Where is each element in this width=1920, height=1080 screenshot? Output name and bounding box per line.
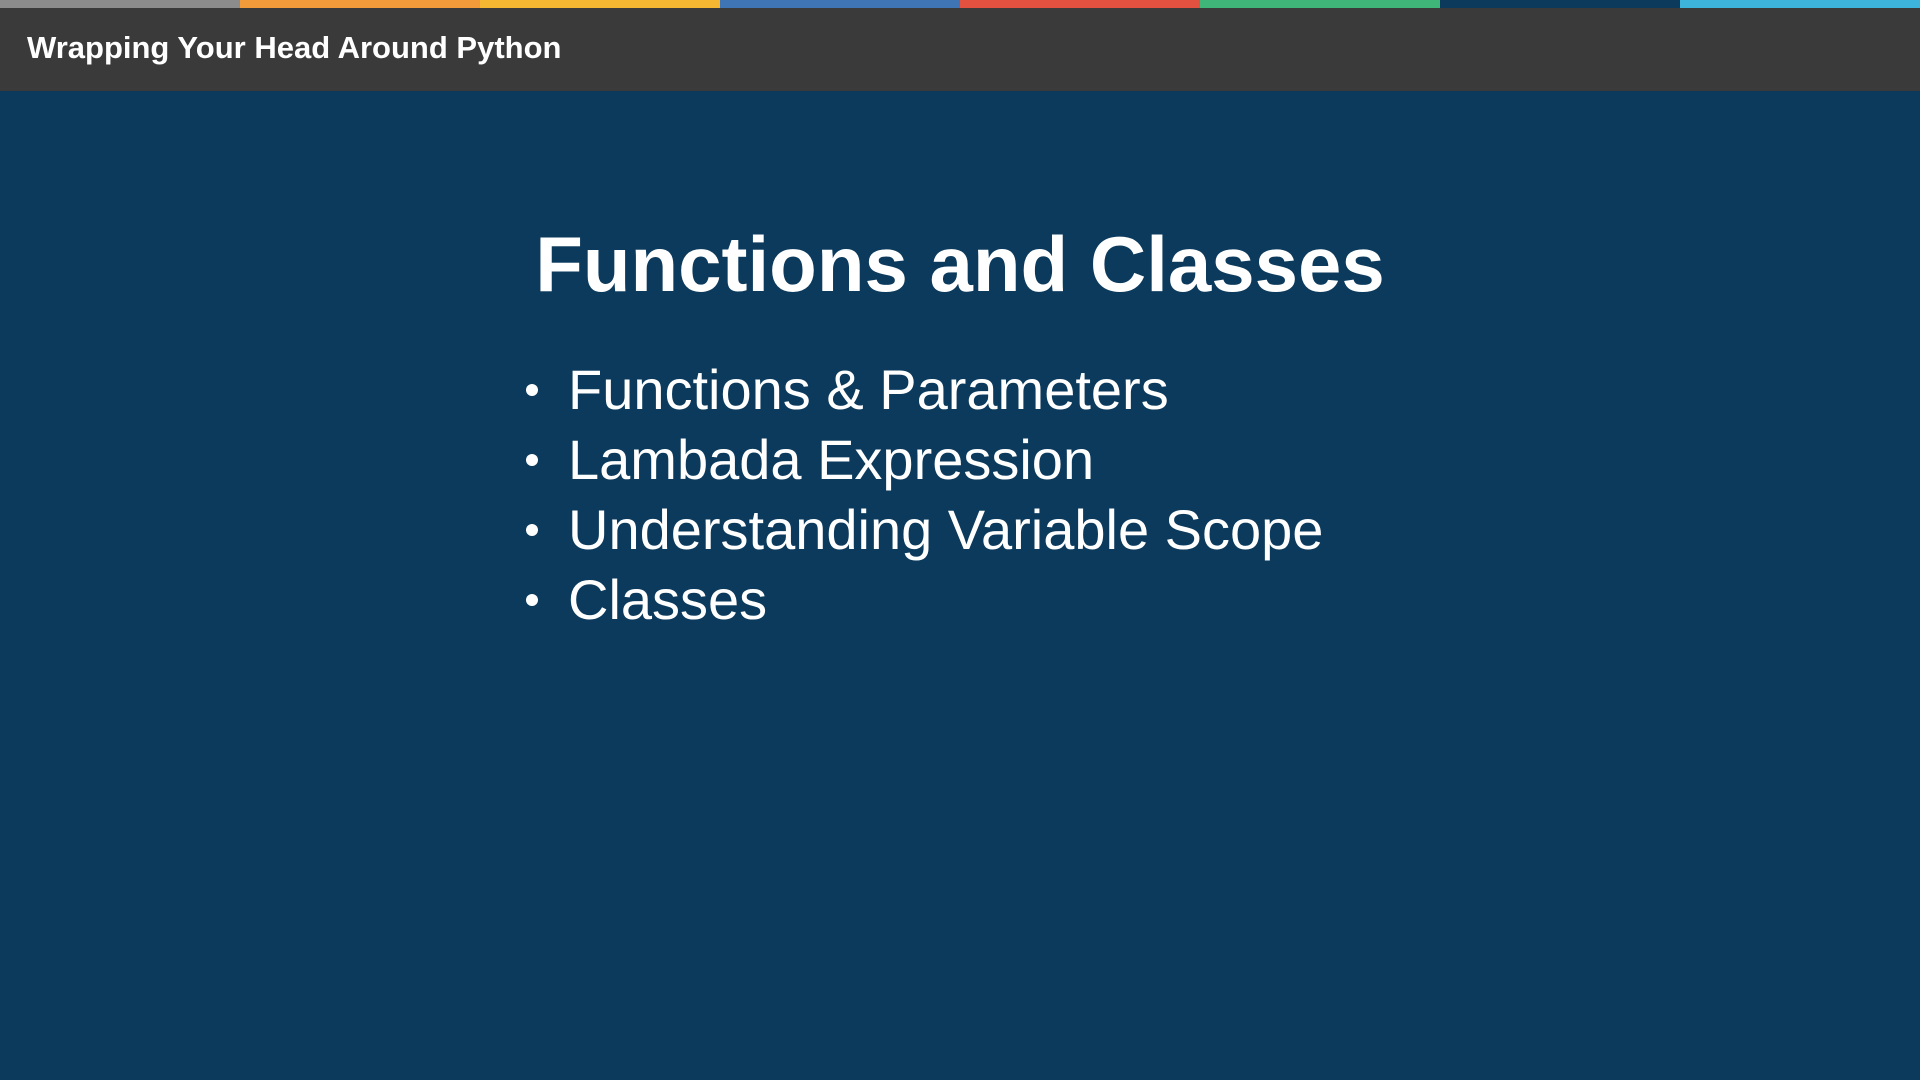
presentation-title: Wrapping Your Head Around Python: [27, 30, 562, 65]
bullet-text: Understanding Variable Scope: [568, 498, 1324, 561]
bullet-text: Functions & Parameters: [568, 358, 1169, 421]
bullet-item: Classes: [520, 565, 1323, 635]
color-strip-segment: [240, 0, 480, 8]
bullet-icon: [526, 594, 538, 606]
bullet-icon: [526, 384, 538, 396]
bullet-icon: [526, 454, 538, 466]
color-strip-segment: [1440, 0, 1680, 8]
color-strip-segment: [480, 0, 720, 8]
bullet-item: Understanding Variable Scope: [520, 495, 1323, 565]
bullet-item: Functions & Parameters: [520, 355, 1323, 425]
bullet-list: Functions & Parameters Lambada Expressio…: [520, 355, 1323, 635]
color-strip-segment: [0, 0, 240, 8]
color-strip: [0, 0, 1920, 8]
slide: Wrapping Your Head Around Python Functio…: [0, 0, 1920, 1080]
header-bar: Wrapping Your Head Around Python: [0, 8, 1920, 91]
bullet-icon: [526, 524, 538, 536]
bullet-text: Classes: [568, 568, 768, 631]
bullet-item: Lambada Expression: [520, 425, 1323, 495]
color-strip-segment: [960, 0, 1200, 8]
color-strip-segment: [720, 0, 960, 8]
color-strip-segment: [1200, 0, 1440, 8]
color-strip-segment: [1680, 0, 1920, 8]
bullet-text: Lambada Expression: [568, 428, 1095, 491]
slide-title: Functions and Classes: [535, 220, 1385, 308]
